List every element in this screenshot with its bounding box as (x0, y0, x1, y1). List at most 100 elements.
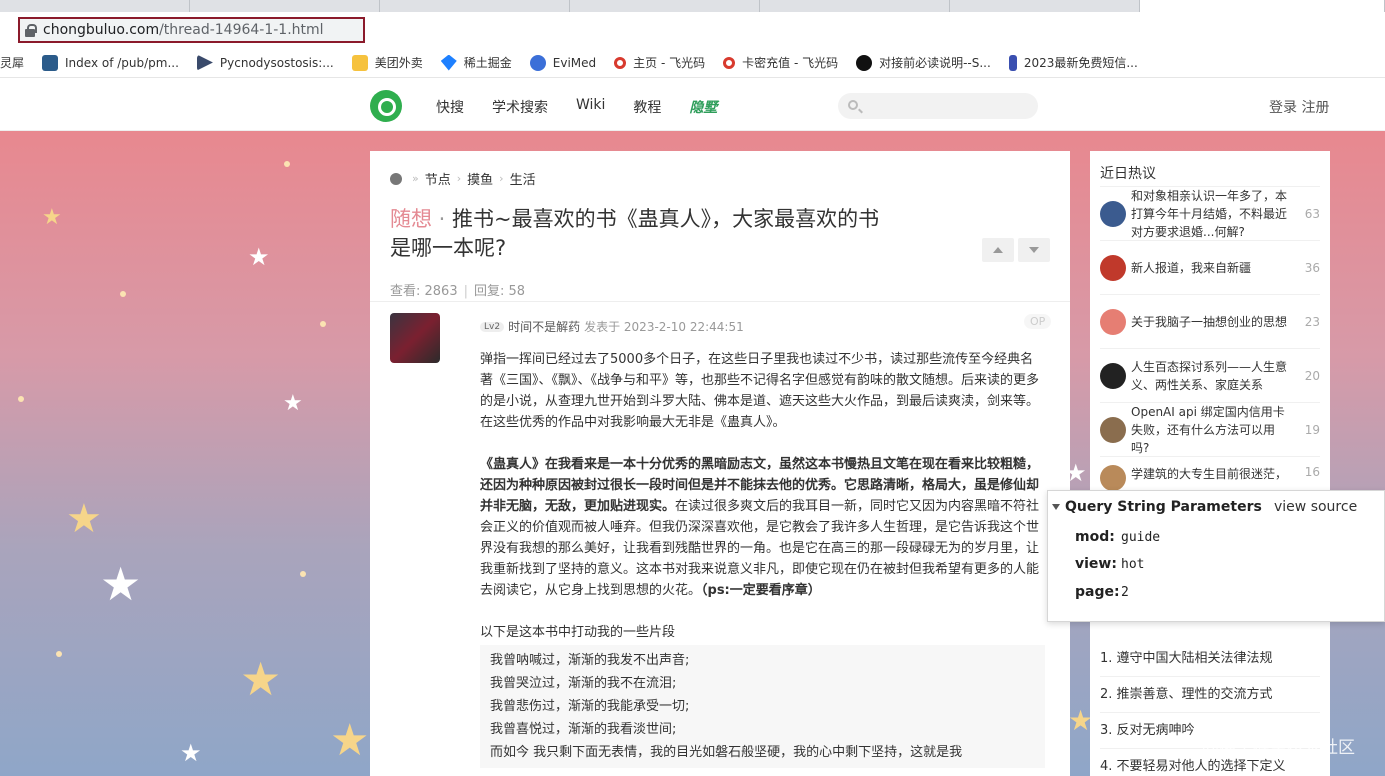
dot-decoration (56, 651, 62, 657)
bookmark-item[interactable]: Index of /pub/pm... (42, 54, 179, 71)
query-param-row: view: hot (1075, 556, 1145, 572)
nav-link[interactable]: Wiki (576, 97, 605, 117)
dot-decoration (120, 291, 126, 297)
post-meta: Lv2 时间不是解药 发表于 2023-2-10 22:44:51 (480, 318, 744, 335)
browser-tab-strip (0, 0, 1385, 12)
views-count: 查看: 2863 (390, 284, 458, 299)
site-logo[interactable] (370, 90, 402, 122)
lock-icon[interactable] (23, 23, 37, 37)
view-source-link[interactable]: view source (1274, 499, 1357, 515)
juejin-icon (440, 54, 457, 71)
dot-decoration (320, 321, 326, 327)
dot-decoration (18, 396, 24, 402)
chevron-right-icon: › (456, 172, 462, 185)
sidebar-hot: 近日热议 和对象相亲认识一年多了，本打算今年十月结婚，不料最近对方要求退婚...… (1090, 151, 1330, 776)
query-params-panel: Query String Parameters view source mod:… (1047, 490, 1385, 622)
nav-link[interactable]: 快搜 (436, 97, 464, 117)
level-badge: Lv2 (480, 321, 505, 332)
user-avatar (1100, 362, 1126, 389)
site-header: 快搜 学术搜索 Wiki 教程 隐墅 登录 注册 (0, 79, 1385, 131)
hot-topic-item[interactable]: 关于我脑子一抽想创业的思想 23 (1100, 294, 1320, 348)
arrow-icon (196, 54, 213, 71)
hourglass-icon (1008, 54, 1017, 71)
star-decoration: ★ (248, 243, 270, 271)
home-icon[interactable] (390, 172, 402, 185)
browser-tab[interactable] (950, 0, 1140, 12)
s-icon (856, 54, 873, 71)
post-time: 发表于 2023-2-10 22:44:51 (584, 320, 744, 334)
bookmark-item[interactable]: EviMed (529, 54, 596, 71)
chevron-right-icon: › (499, 172, 504, 185)
address-bar[interactable]: chongbuluo.com/thread-14964-1-1.html (18, 17, 365, 43)
user-avatar (1100, 200, 1126, 227)
nav-link[interactable]: 教程 (633, 97, 661, 117)
post-title-line1: 推书~最喜欢的书《蛊真人》，大家最喜欢的书 (452, 207, 880, 231)
upvote-button[interactable] (982, 238, 1014, 262)
dot-decoration (284, 161, 290, 167)
bookmark-item[interactable]: Pycnodysostosis:... (196, 54, 334, 71)
quote-line: 我曾悲伤过，渐渐的我能承受一切; (490, 699, 690, 714)
bookmark-item[interactable]: 稀土掘金 (440, 54, 512, 71)
post-paragraph: 《蛊真人》在我看来是一本十分优秀的黑暗励志文，虽然这本书慢热且文笔在现在看来比较… (480, 457, 1040, 598)
quote-line: 我曾哭泣过，渐渐的我不在流泪; (490, 676, 677, 691)
rule-item: 2. 推崇善意、理性的交流方式 (1100, 677, 1320, 713)
browser-tab[interactable] (0, 0, 190, 12)
hot-topic-item[interactable]: OpenAI api 绑定国内信用卡失败，还有什么方法可以用吗? 19 (1100, 402, 1320, 456)
hot-topic-item[interactable]: 和对象相亲认识一年多了，本打算今年十月结婚，不料最近对方要求退婚...何解? 63 (1100, 186, 1320, 240)
bookmark-item[interactable]: 灵犀 (0, 54, 24, 71)
chevron-right-icon: » (412, 172, 419, 185)
query-param-row: page:2 (1075, 584, 1129, 600)
bookmarks-bar: 灵犀 Index of /pub/pm... Pycnodysostosis:.… (0, 48, 1385, 78)
meituan-icon (351, 54, 368, 71)
breadcrumb-item[interactable]: 摸鱼 (467, 169, 493, 188)
breadcrumb-item[interactable]: 生活 (510, 169, 536, 188)
star-decoration: ★ (42, 205, 62, 230)
hot-topic-item[interactable]: 人生百态探讨系列——人生意义、两性关系、家庭关系 20 (1100, 348, 1320, 402)
post-tag[interactable]: 随想 (390, 207, 432, 231)
bookmark-item[interactable]: 卡密充值 - 飞光码 (723, 54, 838, 71)
query-params-header[interactable]: Query String Parameters (1052, 499, 1262, 515)
evimed-icon (529, 54, 546, 71)
quote-line: 我曾呐喊过，渐渐的我发不出声音; (490, 653, 690, 668)
hot-topic-item[interactable]: 新人报道，我来自新疆 36 (1100, 240, 1320, 294)
browser-tab[interactable] (570, 0, 760, 12)
browser-tab[interactable] (380, 0, 570, 12)
post-title-line2: 是哪一本呢? (390, 236, 507, 260)
browser-tab[interactable] (760, 0, 950, 12)
vote-controls (982, 238, 1054, 262)
dot-decoration (300, 571, 306, 577)
bookmark-item[interactable]: 美团外卖 (351, 54, 423, 71)
bookmark-item[interactable]: 主页 - 飞光码 (614, 54, 705, 71)
folder-icon (42, 54, 59, 71)
feiguang-icon (614, 56, 627, 69)
browser-tab-active[interactable] (1140, 0, 1385, 12)
op-badge: OP (1024, 314, 1052, 329)
star-decoration: ★ (330, 715, 370, 766)
author-name[interactable]: 时间不是解药 (508, 318, 580, 335)
login-register-link[interactable]: 登录 注册 (1269, 97, 1329, 117)
replies-count: 回复: 58 (474, 284, 526, 299)
site-nav: 快搜 学术搜索 Wiki 教程 隐墅 (436, 97, 745, 117)
nav-link[interactable]: 学术搜索 (492, 97, 548, 117)
quote-line: 我曾喜悦过，渐渐的我看淡世间; (490, 722, 677, 737)
bookmark-item[interactable]: 2023最新免费短信... (1008, 54, 1138, 71)
nav-link-special[interactable]: 隐墅 (689, 97, 717, 117)
author-avatar[interactable] (390, 313, 440, 363)
caret-down-icon[interactable] (1052, 504, 1060, 510)
sidebar-title: 近日热议 (1100, 166, 1156, 182)
downvote-button[interactable] (1018, 238, 1050, 262)
post-paragraph: 弹指一挥间已经过去了5000多个日子，在这些日子里我也读过不少书，读过那些流传至… (480, 352, 1040, 430)
user-avatar (1100, 254, 1126, 281)
post-body: 弹指一挥间已经过去了5000多个日子，在这些日子里我也读过不少书，读过那些流传至… (480, 349, 1045, 768)
hot-topic-item[interactable]: 学建筑的大专生目前很迷茫， 16 (1100, 456, 1320, 491)
bookmark-item[interactable]: 对接前必读说明--S... (856, 54, 991, 71)
search-input[interactable] (838, 93, 1038, 119)
breadcrumb-item[interactable]: 节点 (425, 169, 451, 188)
user-avatar (1100, 465, 1126, 491)
feiguang-icon (723, 56, 736, 69)
star-decoration: ★ (66, 496, 102, 542)
post-stats: 查看: 2863 | 回复: 58 (390, 284, 526, 299)
post-title: 随想 · 推书~最喜欢的书《蛊真人》，大家最喜欢的书 是哪一本呢? (390, 207, 880, 260)
url-text[interactable]: chongbuluo.com/thread-14964-1-1.html (43, 22, 324, 38)
browser-tab[interactable] (190, 0, 380, 12)
